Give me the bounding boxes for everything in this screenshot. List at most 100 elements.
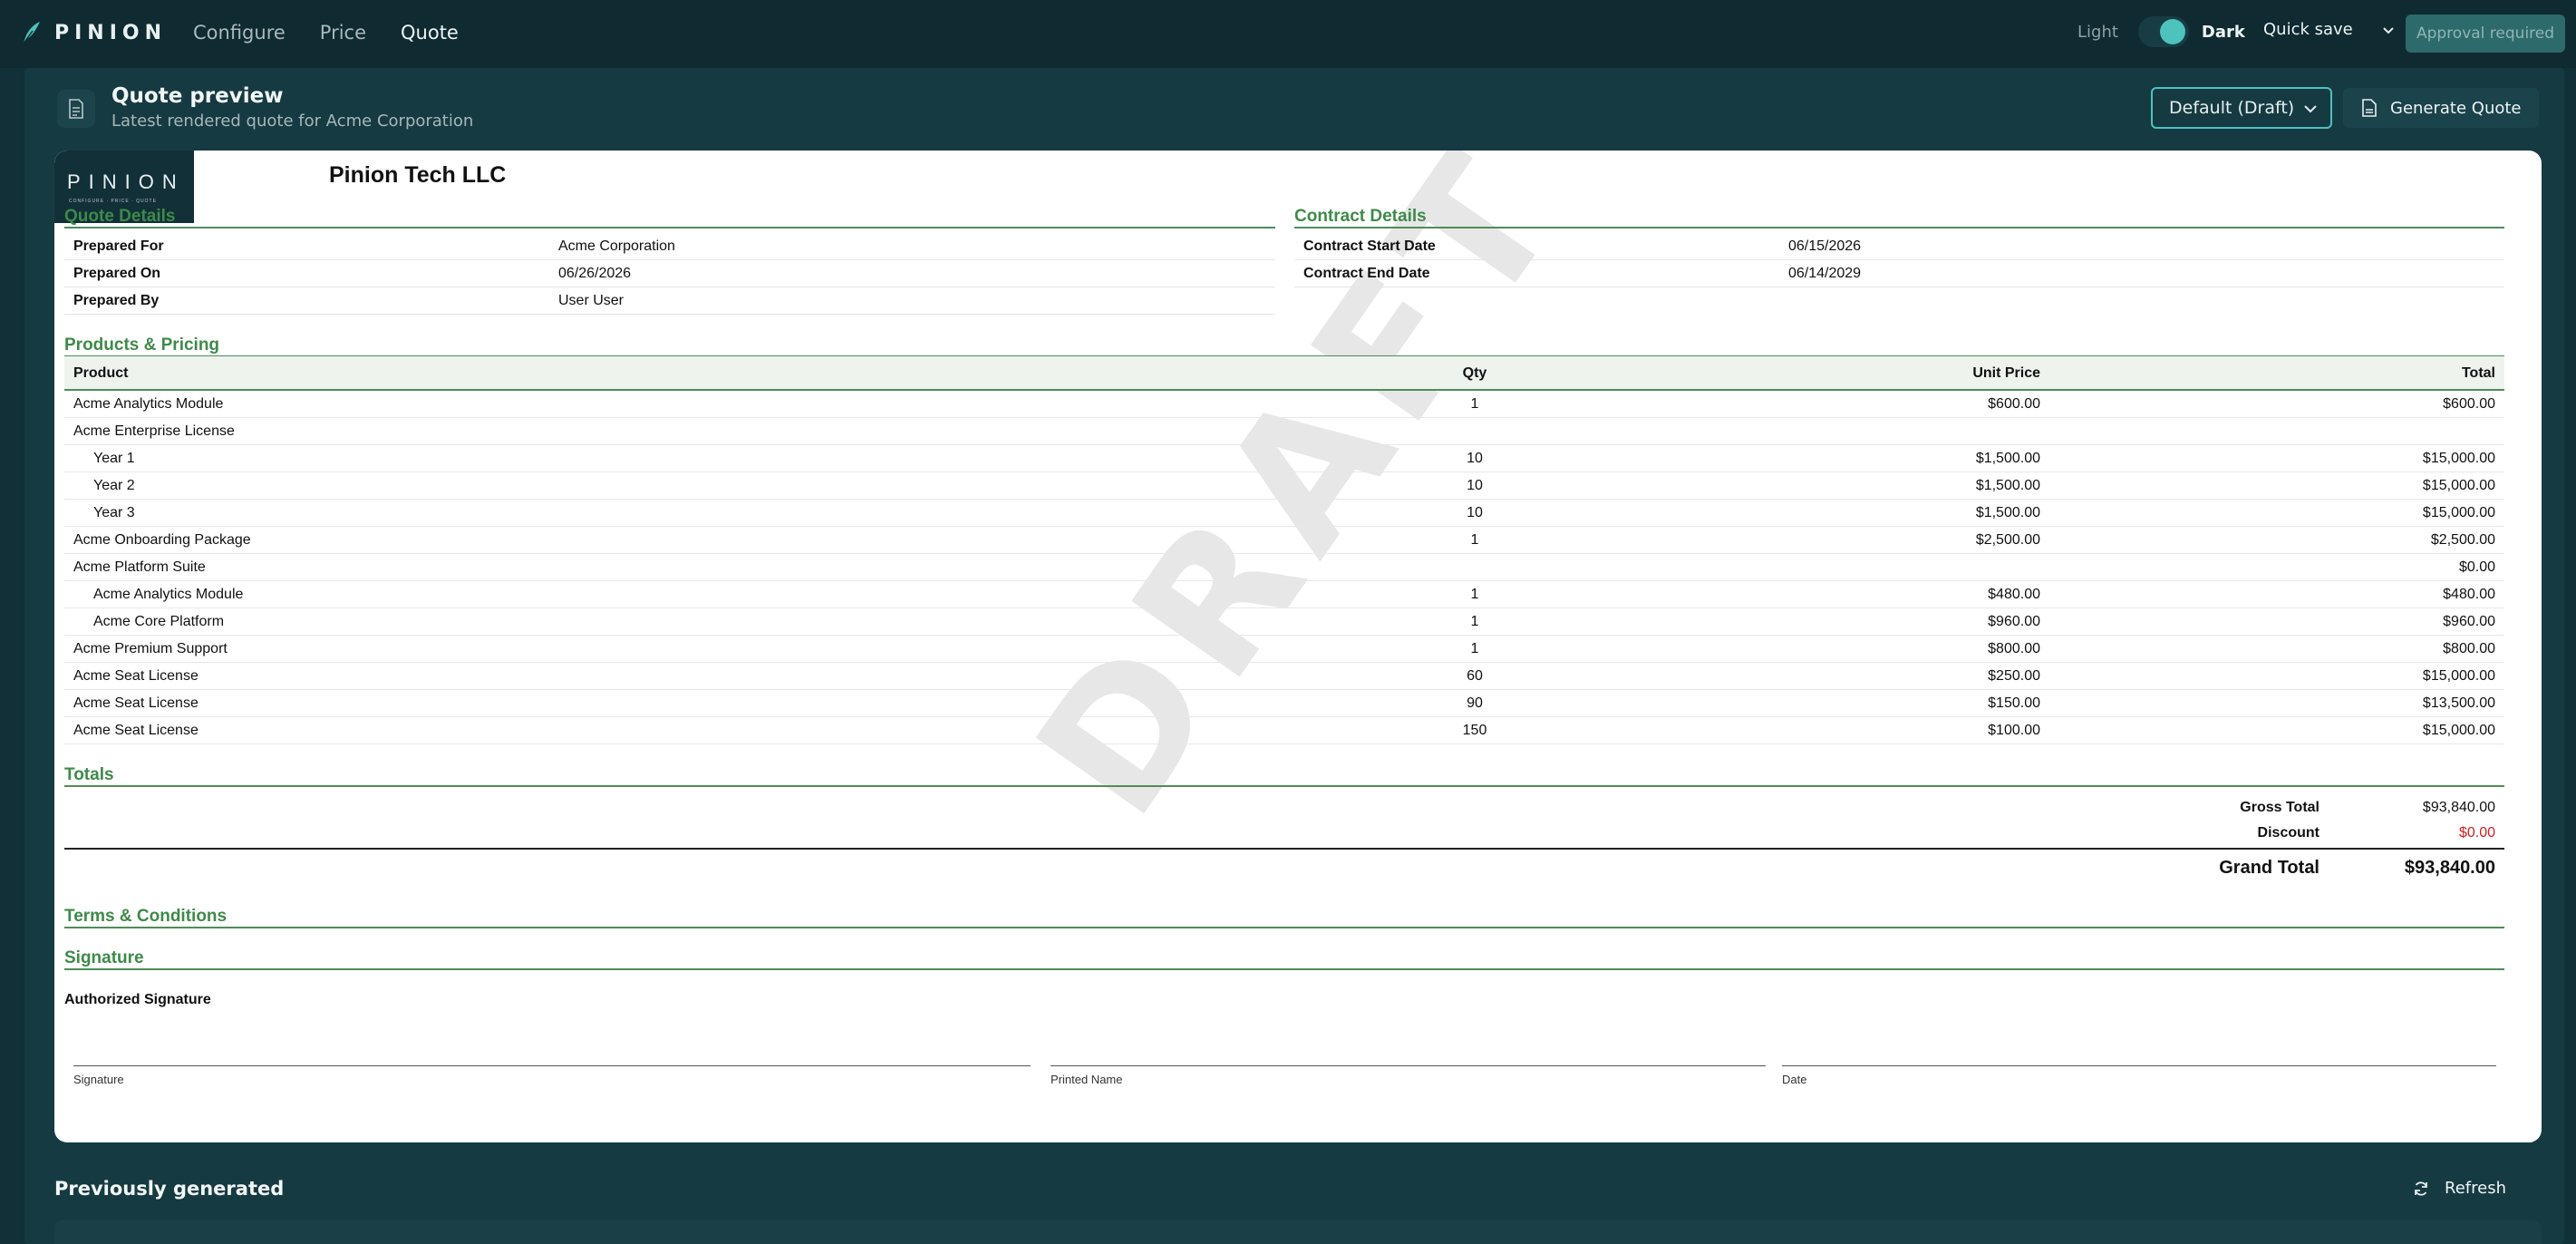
total-cell: $800.00 bbox=[2443, 641, 2495, 656]
unit-price-cell: $800.00 bbox=[1988, 641, 2040, 656]
nav-price[interactable]: Price bbox=[320, 18, 366, 47]
discount-label: Discount bbox=[2257, 825, 2319, 841]
total-cell: $15,000.00 bbox=[2422, 668, 2495, 684]
section-divider bbox=[64, 227, 1275, 228]
app-logo[interactable]: PINION bbox=[20, 20, 167, 45]
generate-quote-button[interactable]: Generate Quote bbox=[2343, 88, 2539, 128]
product-cell: Acme Seat License bbox=[73, 695, 199, 711]
products-table-header: Product Qty Unit Price Total bbox=[64, 356, 2504, 391]
quote-details-heading: Quote Details bbox=[64, 207, 176, 226]
refresh-label: Refresh bbox=[2445, 1179, 2506, 1198]
qty-cell: 1 bbox=[1470, 587, 1479, 602]
detail-value: 06/26/2026 bbox=[558, 265, 632, 281]
grand-total-label: Grand Total bbox=[2219, 858, 2319, 878]
theme-toggle[interactable] bbox=[2137, 16, 2189, 47]
product-cell: Acme Onboarding Package bbox=[73, 532, 251, 548]
column-header-total: Total bbox=[2461, 365, 2495, 381]
previously-generated-heading: Previously generated bbox=[54, 1178, 285, 1200]
totals-divider bbox=[64, 848, 2504, 850]
date-line[interactable] bbox=[1782, 1065, 2496, 1066]
nav-configure[interactable]: Configure bbox=[193, 18, 286, 47]
date-caption: Date bbox=[1782, 1073, 1807, 1086]
top-navigation-bar: PINION Configure Price Quote Light Dark … bbox=[0, 0, 2576, 68]
theme-light-label: Light bbox=[2077, 22, 2118, 42]
unit-price-cell: $600.00 bbox=[1988, 396, 2040, 412]
total-cell: $960.00 bbox=[2443, 614, 2495, 629]
quote-document: PINION CONFIGURE · PRICE · QUOTE Pinion … bbox=[54, 151, 2542, 1142]
refresh-button[interactable]: Refresh bbox=[2412, 1179, 2506, 1198]
total-cell: $600.00 bbox=[2443, 396, 2495, 412]
product-cell: Year 3 bbox=[93, 505, 135, 520]
main-nav: Configure Price Quote bbox=[193, 18, 493, 47]
contract-details-heading: Contract Details bbox=[1294, 207, 1427, 226]
product-cell: Acme Platform Suite bbox=[73, 559, 206, 575]
contract-row: Contract End Date 06/14/2029 bbox=[1294, 260, 2504, 287]
unit-price-cell: $1,500.00 bbox=[1975, 505, 2040, 520]
document-logo-tagline: CONFIGURE · PRICE · QUOTE bbox=[69, 199, 157, 204]
signature-heading: Signature bbox=[64, 948, 144, 967]
table-row: Acme Premium Support 1 $800.00 $800.00 bbox=[64, 636, 2504, 663]
contract-label: Contract Start Date bbox=[1303, 238, 1436, 254]
table-row: Acme Platform Suite $0.00 bbox=[64, 554, 2504, 581]
section-divider bbox=[1294, 227, 2504, 228]
unit-price-cell: $150.00 bbox=[1988, 695, 2040, 711]
page-subtitle: Latest rendered quote for Acme Corporati… bbox=[111, 112, 474, 131]
product-cell: Year 1 bbox=[93, 451, 135, 466]
gross-total-label: Gross Total bbox=[2240, 800, 2319, 815]
template-select[interactable]: Default (Draft) bbox=[2151, 87, 2332, 129]
total-cell: $15,000.00 bbox=[2422, 451, 2495, 466]
detail-value: Acme Corporation bbox=[558, 238, 675, 254]
chevron-down-icon[interactable] bbox=[2380, 22, 2397, 38]
detail-row: Prepared For Acme Corporation bbox=[64, 233, 1275, 260]
signature-caption: Signature bbox=[73, 1073, 124, 1086]
product-cell: Acme Premium Support bbox=[73, 641, 228, 656]
previous-quote-card[interactable] bbox=[54, 1220, 2542, 1244]
product-cell: Acme Analytics Module bbox=[73, 396, 224, 412]
contract-value: 06/14/2029 bbox=[1788, 265, 1862, 281]
table-row: Acme Seat License 60 $250.00 $15,000.00 bbox=[64, 663, 2504, 690]
nav-quote[interactable]: Quote bbox=[401, 18, 459, 47]
unit-price-cell: $250.00 bbox=[1988, 668, 2040, 684]
total-cell: $15,000.00 bbox=[2422, 723, 2495, 738]
qty-cell: 1 bbox=[1470, 396, 1479, 412]
column-header-qty: Qty bbox=[1462, 365, 1487, 381]
product-cell: Acme Analytics Module bbox=[93, 587, 244, 602]
table-row: Acme Analytics Module 1 $600.00 $600.00 bbox=[64, 391, 2504, 418]
signature-line[interactable] bbox=[73, 1065, 1031, 1066]
table-row: Year 3 10 $1,500.00 $15,000.00 bbox=[64, 500, 2504, 527]
table-row: Acme Seat License 150 $100.00 $15,000.00 bbox=[64, 717, 2504, 744]
products-heading: Products & Pricing bbox=[64, 335, 220, 355]
product-cell: Year 2 bbox=[93, 478, 135, 493]
unit-price-cell: $1,500.00 bbox=[1975, 451, 2040, 466]
printed-name-caption: Printed Name bbox=[1051, 1073, 1123, 1086]
total-cell: $0.00 bbox=[2458, 559, 2495, 575]
product-cell: Acme Seat License bbox=[73, 723, 199, 738]
quick-save-button[interactable]: Quick save bbox=[2263, 20, 2397, 39]
detail-row: Prepared On 06/26/2026 bbox=[64, 260, 1275, 287]
qty-cell: 10 bbox=[1467, 478, 1483, 493]
unit-price-cell: $1,500.00 bbox=[1975, 478, 2040, 493]
product-cell: Acme Seat License bbox=[73, 668, 199, 684]
total-cell: $13,500.00 bbox=[2422, 695, 2495, 711]
theme-switcher: Light Dark bbox=[2077, 16, 2245, 47]
printed-name-line[interactable] bbox=[1051, 1065, 1766, 1066]
qty-cell: 1 bbox=[1470, 532, 1479, 548]
qty-cell: 1 bbox=[1470, 641, 1479, 656]
feather-logo-icon bbox=[23, 22, 40, 44]
refresh-icon bbox=[2415, 1181, 2427, 1196]
detail-row: Prepared By User User bbox=[64, 287, 1275, 315]
template-select-value: Default (Draft) bbox=[2169, 98, 2295, 118]
section-divider bbox=[64, 927, 2504, 928]
total-cell: $15,000.00 bbox=[2422, 478, 2495, 493]
grand-total-value: $93,840.00 bbox=[2404, 858, 2495, 878]
document-icon bbox=[57, 90, 95, 128]
product-cell: Acme Enterprise License bbox=[73, 423, 235, 439]
generate-quote-label: Generate Quote bbox=[2390, 98, 2522, 118]
company-name: Pinion Tech LLC bbox=[329, 162, 507, 188]
qty-cell: 150 bbox=[1462, 723, 1487, 738]
unit-price-cell: $480.00 bbox=[1988, 587, 2040, 602]
approval-required-button[interactable]: Approval required bbox=[2406, 15, 2565, 53]
quote-preview-panel: Quote preview Latest rendered quote for … bbox=[24, 68, 2564, 1244]
totals-heading: Totals bbox=[64, 765, 114, 784]
theme-dark-label: Dark bbox=[2201, 22, 2245, 42]
